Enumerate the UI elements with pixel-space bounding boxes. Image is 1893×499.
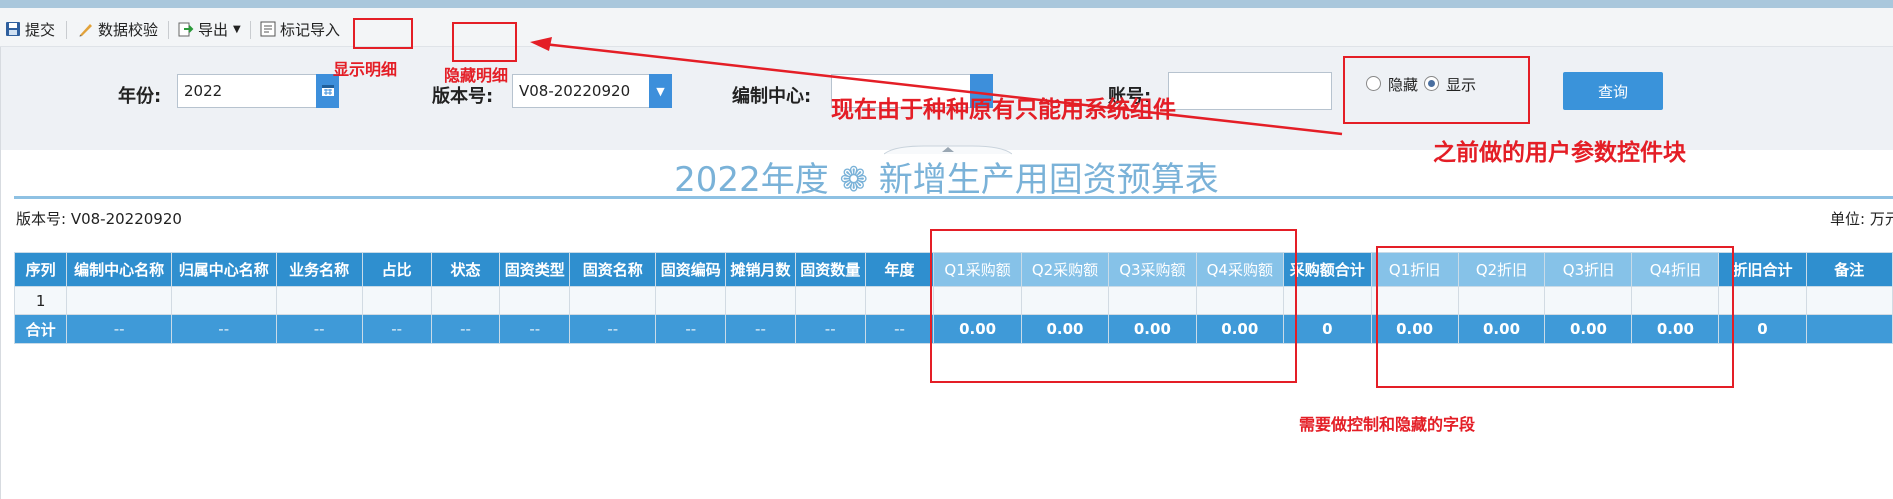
annotation-box-depreciation-fields	[1376, 246, 1734, 388]
annotation-fields-note: 需要做控制和隐藏的字段	[1299, 415, 1476, 434]
annotation-box-radio	[1343, 56, 1530, 124]
window-left-border	[0, 47, 1, 499]
annotation-system-note: 现在由于种种原有只能用系统组件	[831, 97, 1176, 123]
annotation-previous-note: 之前做的用户参数控件块	[1433, 140, 1686, 166]
annotation-box-purchase-fields	[930, 229, 1297, 383]
